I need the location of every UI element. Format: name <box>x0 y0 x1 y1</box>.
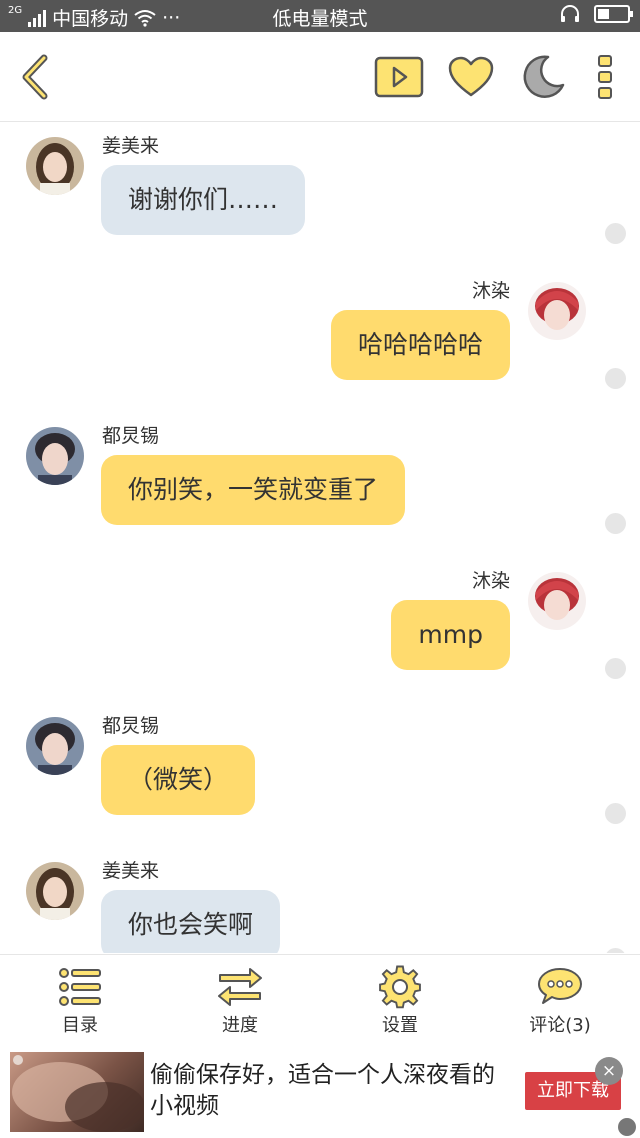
play-icon <box>374 56 424 98</box>
status-right <box>560 5 633 23</box>
more-vertical-icon <box>598 55 612 99</box>
gear-icon <box>379 965 421 1009</box>
status-bar: 2G 中国移动 ··· 低电量模式 <box>0 0 640 32</box>
sender-name: 姜美来 <box>102 135 160 157</box>
nav-comments-label: 评论(3) <box>529 1015 591 1036</box>
sender-name: 都炅锡 <box>102 425 160 447</box>
bottom-nav: 目录 进度 设置 评论(3) <box>0 954 640 1044</box>
message-bubble[interactable]: 你别笑，一笑就变重了 <box>101 455 406 525</box>
ad-banner[interactable]: 偷偷保存好，适合一个人深夜看的小视频 立即下载 <box>0 1044 640 1138</box>
avatar-mu[interactable] <box>528 572 586 630</box>
nav-comments[interactable]: 评论(3) <box>480 955 640 1044</box>
message-bubble[interactable]: 你也会笑啊 <box>101 890 281 953</box>
night-mode-button[interactable] <box>518 54 568 100</box>
comment-bubble-icon <box>538 968 582 1004</box>
message-status-dot <box>605 658 626 679</box>
heart-icon <box>448 56 494 97</box>
avatar-du[interactable] <box>26 717 84 775</box>
low-power-mode-label: 低电量模式 <box>272 8 368 30</box>
avatar-jiang[interactable] <box>26 137 84 195</box>
message-bubble[interactable]: 谢谢你们…… <box>101 165 306 235</box>
sender-name: 都炅锡 <box>102 715 160 737</box>
back-button[interactable] <box>10 54 60 100</box>
ad-thumbnail[interactable] <box>10 1052 144 1132</box>
message-status-dot <box>605 513 626 534</box>
message-status-dot <box>605 948 626 953</box>
ad-close-button[interactable]: × <box>595 1057 623 1085</box>
message-status-dot <box>605 368 626 389</box>
favorite-button[interactable] <box>446 54 496 100</box>
avatar-du[interactable] <box>26 427 84 485</box>
headphones-icon <box>561 5 579 22</box>
nav-catalog-label: 目录 <box>62 1015 98 1036</box>
more-options-button[interactable] <box>580 54 630 100</box>
message-bubble[interactable]: 哈哈哈哈哈 <box>330 310 510 380</box>
message-status-dot <box>605 803 626 824</box>
sender-name: 沐染 <box>471 280 510 302</box>
battery-icon <box>594 5 633 23</box>
message-bubble[interactable]: mmp <box>391 600 510 670</box>
message-bubble[interactable]: （微笑） <box>101 745 256 815</box>
nav-settings[interactable]: 设置 <box>320 955 480 1044</box>
ad-headline[interactable]: 偷偷保存好，适合一个人深夜看的小视频 <box>150 1060 500 1122</box>
reader-toolbar <box>0 32 640 122</box>
ad-info-icon[interactable] <box>618 1118 636 1136</box>
nav-catalog[interactable]: 目录 <box>0 955 160 1044</box>
chevron-left-icon <box>22 54 48 100</box>
list-icon <box>59 968 101 1006</box>
nav-progress-label: 进度 <box>222 1015 258 1036</box>
avatar-jiang[interactable] <box>26 862 84 920</box>
message-status-dot <box>605 223 626 244</box>
sender-name: 沐染 <box>471 570 510 592</box>
nav-progress[interactable]: 进度 <box>160 955 320 1044</box>
play-button[interactable] <box>374 54 424 100</box>
swap-arrows-icon <box>218 968 262 1006</box>
moon-icon <box>523 55 565 98</box>
nav-settings-label: 设置 <box>382 1015 418 1036</box>
chat-list[interactable]: 姜美来 谢谢你们…… 沐染 哈哈哈哈哈 都炅锡 你别笑，一笑就变重了 沐染 mm… <box>0 123 640 953</box>
sender-name: 姜美来 <box>102 860 160 882</box>
avatar-mu[interactable] <box>528 282 586 340</box>
